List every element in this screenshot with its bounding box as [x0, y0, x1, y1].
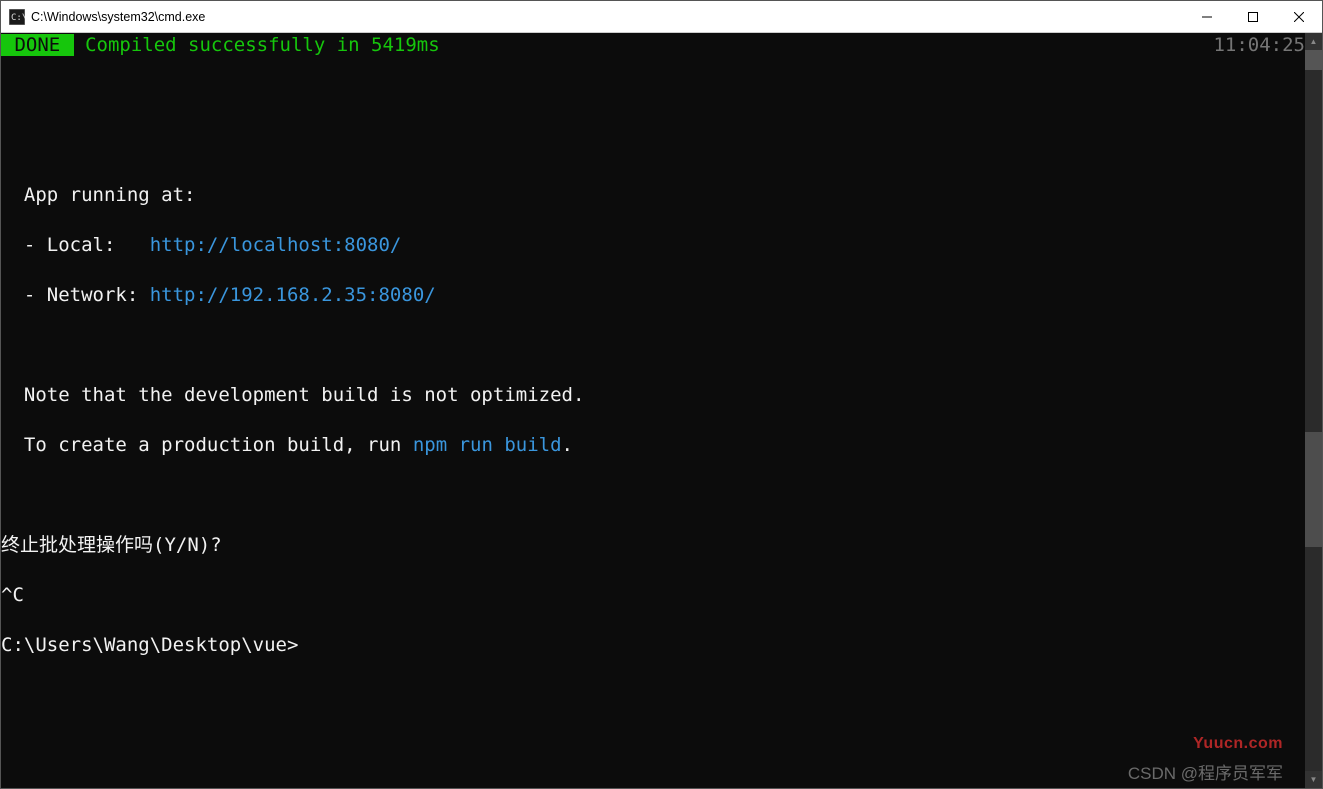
scroll-down-arrow[interactable]: ▼ — [1305, 771, 1322, 788]
scroll-up-arrow[interactable]: ▲ — [1305, 33, 1322, 50]
terminal-output[interactable]: DONE Compiled successfully in 5419ms 11:0… — [1, 33, 1305, 788]
timestamp: 11:04:25 — [1213, 33, 1305, 58]
svg-text:C:\: C:\ — [11, 13, 25, 23]
watermark-gray: CSDN @程序员军军 — [1128, 761, 1283, 786]
scroll-track[interactable] — [1305, 50, 1322, 771]
close-button[interactable] — [1276, 1, 1322, 32]
create-suffix: . — [562, 434, 573, 456]
minimize-button[interactable] — [1184, 1, 1230, 32]
local-url: http://localhost:8080/ — [150, 234, 402, 256]
cmd-icon: C:\ — [9, 9, 25, 25]
maximize-button[interactable] — [1230, 1, 1276, 32]
ctrl-c: ^C — [1, 583, 1305, 608]
scroll-thumb-secondary[interactable] — [1305, 432, 1322, 547]
titlebar[interactable]: C:\ C:\Windows\system32\cmd.exe — [1, 1, 1322, 33]
network-label: - Network: — [1, 284, 150, 306]
network-url: http://192.168.2.35:8080/ — [150, 284, 436, 306]
npm-command: npm run build — [413, 434, 562, 456]
compiled-message: Compiled successfully in 5419ms — [74, 34, 440, 56]
vertical-scrollbar[interactable]: ▲ ▼ — [1305, 33, 1322, 788]
note-line: Note that the development build is not o… — [1, 383, 1305, 408]
scroll-thumb[interactable] — [1305, 50, 1322, 70]
window-title: C:\Windows\system32\cmd.exe — [31, 10, 1184, 24]
local-label: - Local: — [1, 234, 150, 256]
terminal-wrap: DONE Compiled successfully in 5419ms 11:0… — [1, 33, 1322, 788]
terminate-prompt: 终止批处理操作吗(Y/N)? — [1, 533, 1305, 558]
done-badge: DONE — [1, 34, 74, 56]
path-prompt: C:\Users\Wang\Desktop\vue> — [1, 633, 1305, 658]
watermark-red: Yuucn.com — [1193, 731, 1283, 756]
create-prefix: To create a production build, run — [1, 434, 413, 456]
window-controls — [1184, 1, 1322, 32]
command-prompt-window: C:\ C:\Windows\system32\cmd.exe DONE Com… — [0, 0, 1323, 789]
app-running-header: App running at: — [1, 183, 1305, 208]
